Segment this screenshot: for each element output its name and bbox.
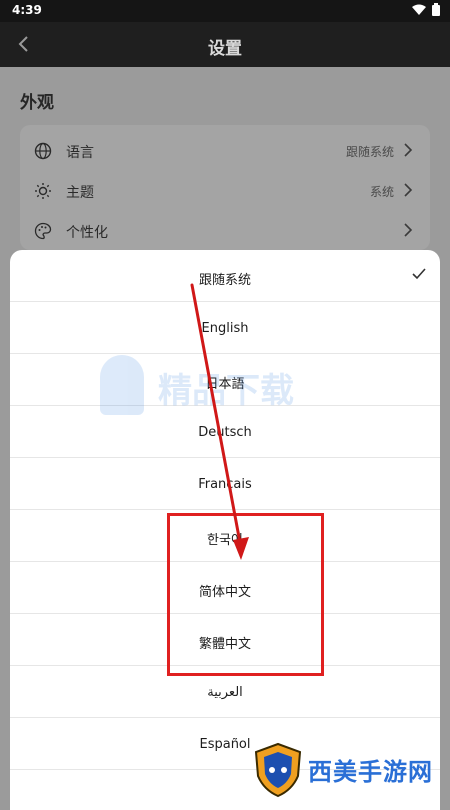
language-option-label: Deutsch [198,425,252,440]
setting-row-theme[interactable]: 主题 系统 [20,170,430,210]
setting-label-language: 语言 [66,145,94,161]
setting-row-personalization[interactable]: 个性化 [20,210,430,250]
language-option[interactable]: 跟随系统 [10,250,440,302]
sun-icon [35,183,51,199]
palette-icon [34,222,52,240]
page-title: 设置 [208,39,242,59]
chevron-right-icon [404,223,413,237]
language-option-label: العربية [207,685,243,700]
watermark-corner-text: 西美手游网 [308,758,433,786]
battery-icon [432,3,440,16]
setting-row-language[interactable]: 语言 跟随系统 [20,130,430,170]
wifi-icon [412,4,426,15]
highlight-box [167,513,324,676]
language-option-label: English [201,321,249,336]
setting-label-theme: 主题 [66,185,94,201]
watermark-center-text: 精品下载 [158,371,294,411]
status-time: 4:39 [12,3,42,17]
status-bar: 4:39 [0,0,450,22]
check-icon [412,268,426,280]
setting-value-theme: 系统 [369,185,394,199]
watermark-logo [100,355,144,415]
status-icons [412,3,440,16]
app-bar: 设置 [0,22,450,67]
globe-icon [34,142,52,160]
shield-logo-icon [254,742,302,798]
setting-value-language: 跟随系统 [345,145,394,159]
language-option-label: Español [199,737,251,752]
setting-label-personalization: 个性化 [66,225,108,241]
section-title-appearance: 外观 [20,93,54,113]
language-option[interactable]: English [10,302,440,354]
settings-card: 语言 跟随系统 主题 系统 个性化 [20,125,430,250]
language-option-label: 跟随系统 [198,273,251,288]
watermark-center: 精品下载 [100,355,360,415]
language-option-label: Français [198,477,252,492]
chevron-right-icon [404,183,413,197]
language-option[interactable]: Français [10,458,440,510]
chevron-right-icon [404,143,413,157]
watermark-corner: 西美手游网 [252,740,450,800]
